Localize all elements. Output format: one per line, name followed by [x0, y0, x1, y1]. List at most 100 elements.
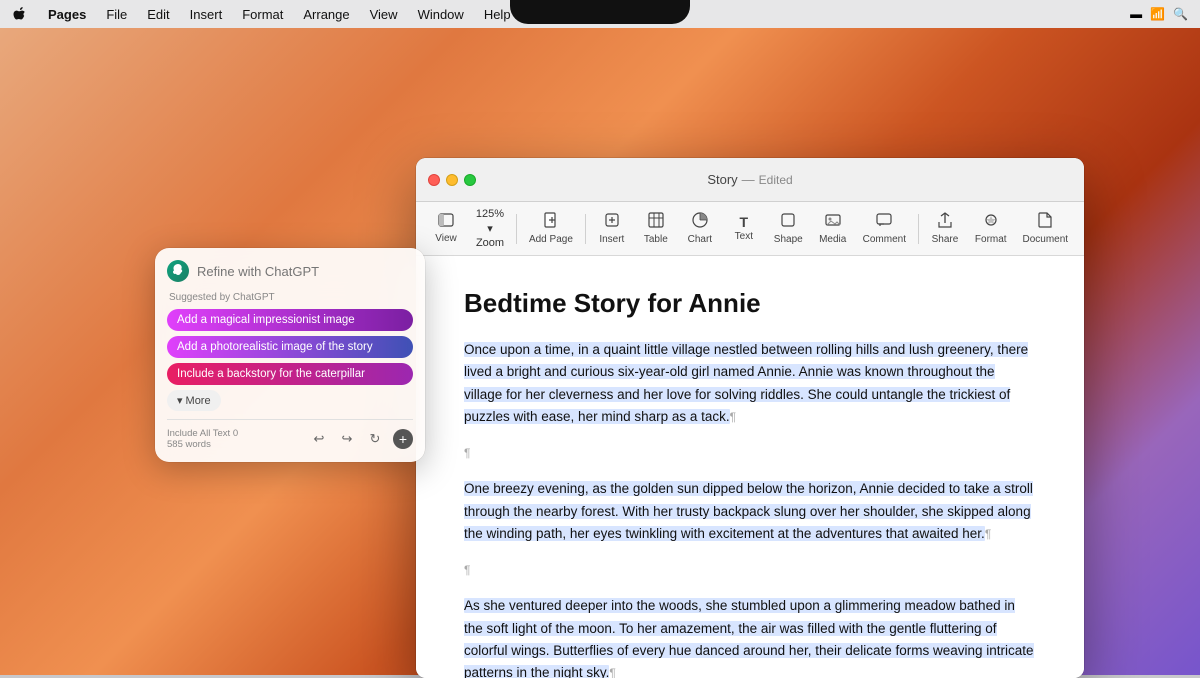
word-count: 585 words — [167, 439, 238, 450]
suggestion-2-button[interactable]: Add a photorealistic image of the story — [167, 336, 413, 358]
edited-label: Edited — [759, 173, 793, 187]
toolbar-text[interactable]: T Text — [722, 211, 766, 246]
highlighted-text-3: As she ventured deeper into the woods, s… — [464, 598, 1034, 678]
format-menu[interactable]: Format — [234, 5, 291, 24]
traffic-lights — [428, 174, 476, 186]
toolbar-divider-2 — [585, 214, 586, 244]
insert-label: Insert — [599, 234, 624, 245]
toolbar-insert[interactable]: Insert — [590, 208, 634, 249]
format-icon — [983, 212, 999, 232]
panel-footer: Include All Text 0 585 words ↩ ↪ ↻ + — [167, 419, 413, 450]
add-page-icon — [544, 212, 558, 232]
redo-button[interactable]: ↪ — [337, 429, 357, 449]
menu-bar-right: ▬ 📶 🔍 — [1130, 7, 1188, 21]
window-titlebar: Story — Edited — [416, 158, 1084, 202]
toolbar-shape[interactable]: Shape — [766, 208, 811, 249]
toolbar-document[interactable]: Document — [1015, 208, 1076, 249]
suggested-label: Suggested by ChatGPT — [167, 292, 413, 303]
zoom-chevron-icon: ▾ — [487, 222, 493, 235]
toolbar-divider-1 — [516, 214, 517, 244]
insert-icon — [604, 212, 620, 232]
pages-toolbar: View 125% ▾ Zoom Add Page — [416, 202, 1084, 256]
comment-label: Comment — [863, 234, 906, 245]
chevron-down-icon: ▾ — [177, 394, 183, 407]
share-icon — [938, 212, 952, 232]
paragraph-marker-1: ¶ — [464, 442, 1036, 464]
zoom-value: 125% — [476, 208, 504, 220]
title-separator: — — [742, 172, 755, 187]
apple-menu[interactable] — [12, 6, 28, 22]
file-menu[interactable]: File — [98, 5, 135, 24]
media-icon — [825, 212, 841, 232]
table-icon — [648, 212, 664, 232]
search-icon[interactable]: 🔍 — [1173, 7, 1188, 21]
battery-icon[interactable]: ▬ — [1130, 7, 1142, 21]
highlighted-text-1: Once upon a time, in a quaint little vil… — [464, 342, 1028, 424]
suggestion-3-button[interactable]: Include a backstory for the caterpillar — [167, 363, 413, 385]
toolbar-divider-3 — [918, 214, 919, 244]
suggestion-1-button[interactable]: Add a magical impressionist image — [167, 309, 413, 331]
toolbar-format[interactable]: Format — [967, 208, 1015, 249]
table-label: Table — [644, 234, 668, 245]
more-button[interactable]: ▾ More — [167, 390, 221, 411]
edit-menu[interactable]: Edit — [139, 5, 177, 24]
paragraph-mark-3: ¶ — [609, 666, 615, 678]
window-title: Story — Edited — [707, 172, 792, 187]
footer-info: Include All Text 0 585 words — [167, 428, 238, 450]
insert-menu[interactable]: Insert — [182, 5, 231, 24]
wifi-icon[interactable]: 📶 — [1150, 7, 1165, 21]
chart-label: Chart — [688, 234, 712, 245]
document-content: Bedtime Story for Annie Once upon a time… — [416, 256, 1084, 678]
document-title: Bedtime Story for Annie — [464, 288, 1036, 319]
chatgpt-logo-icon — [171, 263, 185, 280]
chatgpt-logo — [167, 260, 189, 282]
p-mark-2: ¶ — [464, 563, 470, 577]
toolbar-media[interactable]: Media — [811, 208, 855, 249]
paragraph-3: As she ventured deeper into the woods, s… — [464, 595, 1036, 678]
toolbar-share[interactable]: Share — [923, 208, 967, 249]
chart-icon — [692, 212, 708, 232]
toolbar-table[interactable]: Table — [634, 208, 678, 249]
toolbar-view[interactable]: View — [424, 209, 468, 248]
footer-controls: ↩ ↪ ↻ + — [309, 429, 413, 449]
text-icon: T — [740, 215, 749, 229]
toolbar-add-page[interactable]: Add Page — [521, 208, 581, 249]
arrange-menu[interactable]: Arrange — [295, 5, 357, 24]
media-label: Media — [819, 234, 846, 245]
document-name: Story — [707, 172, 737, 187]
comment-icon — [876, 212, 892, 232]
view-menu[interactable]: View — [362, 5, 406, 24]
p-mark: ¶ — [464, 446, 470, 460]
app-name[interactable]: Pages — [40, 5, 94, 24]
include-label: Include All Text 0 — [167, 428, 238, 439]
format-label: Format — [975, 234, 1007, 245]
highlighted-text-2: One breezy evening, as the golden sun di… — [464, 481, 1033, 541]
document-label: Document — [1022, 234, 1068, 245]
undo-button[interactable]: ↩ — [309, 429, 329, 449]
paragraph-mark-2: ¶ — [985, 527, 991, 541]
more-label: More — [186, 395, 211, 407]
paragraph-mark-1: ¶ — [730, 410, 736, 424]
paragraph-2: One breezy evening, as the golden sun di… — [464, 478, 1036, 545]
shape-label: Shape — [774, 234, 803, 245]
toolbar-comment[interactable]: Comment — [855, 208, 914, 249]
minimize-button[interactable] — [446, 174, 458, 186]
add-button[interactable]: + — [393, 429, 413, 449]
zoom-control[interactable]: 125% ▾ Zoom — [468, 204, 512, 253]
document-icon — [1038, 212, 1052, 232]
add-page-label: Add Page — [529, 234, 573, 245]
share-label: Share — [932, 234, 959, 245]
toolbar-view-label: View — [435, 233, 457, 244]
camera-notch — [510, 0, 690, 24]
close-button[interactable] — [428, 174, 440, 186]
refresh-button[interactable]: ↻ — [365, 429, 385, 449]
paragraph-1: Once upon a time, in a quaint little vil… — [464, 339, 1036, 428]
chatgpt-panel: Suggested by ChatGPT Add a magical impre… — [155, 248, 425, 462]
maximize-button[interactable] — [464, 174, 476, 186]
paragraph-marker-2: ¶ — [464, 559, 1036, 581]
toolbar-chart[interactable]: Chart — [678, 208, 722, 249]
shape-icon — [780, 212, 796, 232]
window-menu[interactable]: Window — [410, 5, 472, 24]
zoom-label: Zoom — [476, 237, 504, 249]
chatgpt-refine-input[interactable] — [197, 264, 413, 279]
